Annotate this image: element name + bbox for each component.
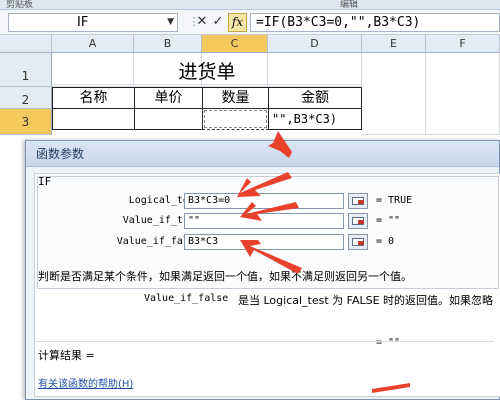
formula-bar: IF ▼ ⋮ ✕ ✓ fx =IF(B3*C3=0,"",B3*C3) [0,10,500,35]
column-header-e[interactable]: E [362,35,426,53]
header-cell-name[interactable]: 名称 [52,87,135,109]
function-name: IF [38,175,52,188]
name-box[interactable]: IF ▼ [8,13,178,32]
column-header-c[interactable]: C [202,35,268,53]
row-header-2[interactable]: 2 [0,87,52,109]
cell-a3[interactable] [52,108,135,130]
value-if-true-input[interactable]: "" [184,213,344,229]
column-header-a[interactable]: A [52,35,134,53]
cell-d3[interactable]: "",B3*C3) [268,108,362,130]
arg-label-value-if-false: Value_if_false [116,236,201,247]
dialog-title: 函数参数 [26,141,499,167]
column-header-b[interactable]: B [134,35,202,53]
collapse-dialog-icon[interactable] [348,193,368,209]
cell-c3[interactable] [202,108,269,130]
insert-function-button[interactable]: fx [228,13,247,32]
arg-label-value-if-true: Value_if_true [122,215,201,226]
arg-result-value-if-true: = "" [376,215,401,226]
function-help-link[interactable]: 有关该函数的帮助(H) [38,375,133,390]
overall-result: = "" [376,337,401,348]
arg-result-logical-test: = TRUE [376,195,413,206]
select-all-corner[interactable] [0,35,52,53]
calc-result-label: 计算结果 = [38,349,95,362]
arg-result-value-if-false: = 0 [376,236,395,247]
name-box-value: IF [77,15,89,30]
ribbon-strip: 剪贴板 编辑 [0,0,500,10]
header-cell-quantity[interactable]: 数量 [202,87,269,109]
cell-f-column[interactable] [426,53,500,135]
logical-test-input[interactable]: B3*C3=0 [184,193,344,209]
header-cell-amount[interactable]: 金额 [268,87,362,109]
enter-icon[interactable]: ✓ [210,14,226,30]
arg-label-logical-test: Logical_test [128,195,201,206]
ribbon-editing-label: 编辑 [340,0,359,10]
column-header-f[interactable]: F [426,35,500,53]
collapse-dialog-icon[interactable] [348,234,368,250]
cell-b3[interactable] [134,108,203,130]
header-cell-price[interactable]: 单价 [134,87,203,109]
function-description: 判断是否满足某个条件，如果满足返回一个值，如果不满足则返回另一个值。 [38,270,412,283]
chevron-down-icon[interactable]: ▼ [167,14,174,31]
cancel-icon[interactable]: ✕ [194,14,210,30]
function-arguments-dialog: 函数参数 IF Logical_test B3*C3=0 = TRUE Valu… [25,140,500,400]
value-if-false-input[interactable]: B3*C3 [184,234,344,250]
formula-input[interactable]: =IF(B3*C3=0,"",B3*C3) [250,13,500,32]
collapse-dialog-icon[interactable] [348,213,368,229]
column-header-d[interactable]: D [268,35,362,53]
ribbon-clipboard-label: 剪贴板 [6,0,34,10]
param-help: 是当 Logical_test 为 FALSE 时的返回值。如果忽略 [238,294,494,307]
sheet-title[interactable]: 进货单 [52,57,362,85]
dialog-divider [34,341,494,342]
param-name: Value_if_false [144,293,229,304]
row-header-1[interactable]: 1 [0,53,52,87]
row-header-3[interactable]: 3 [0,109,52,135]
cell-e-column[interactable] [362,53,426,135]
